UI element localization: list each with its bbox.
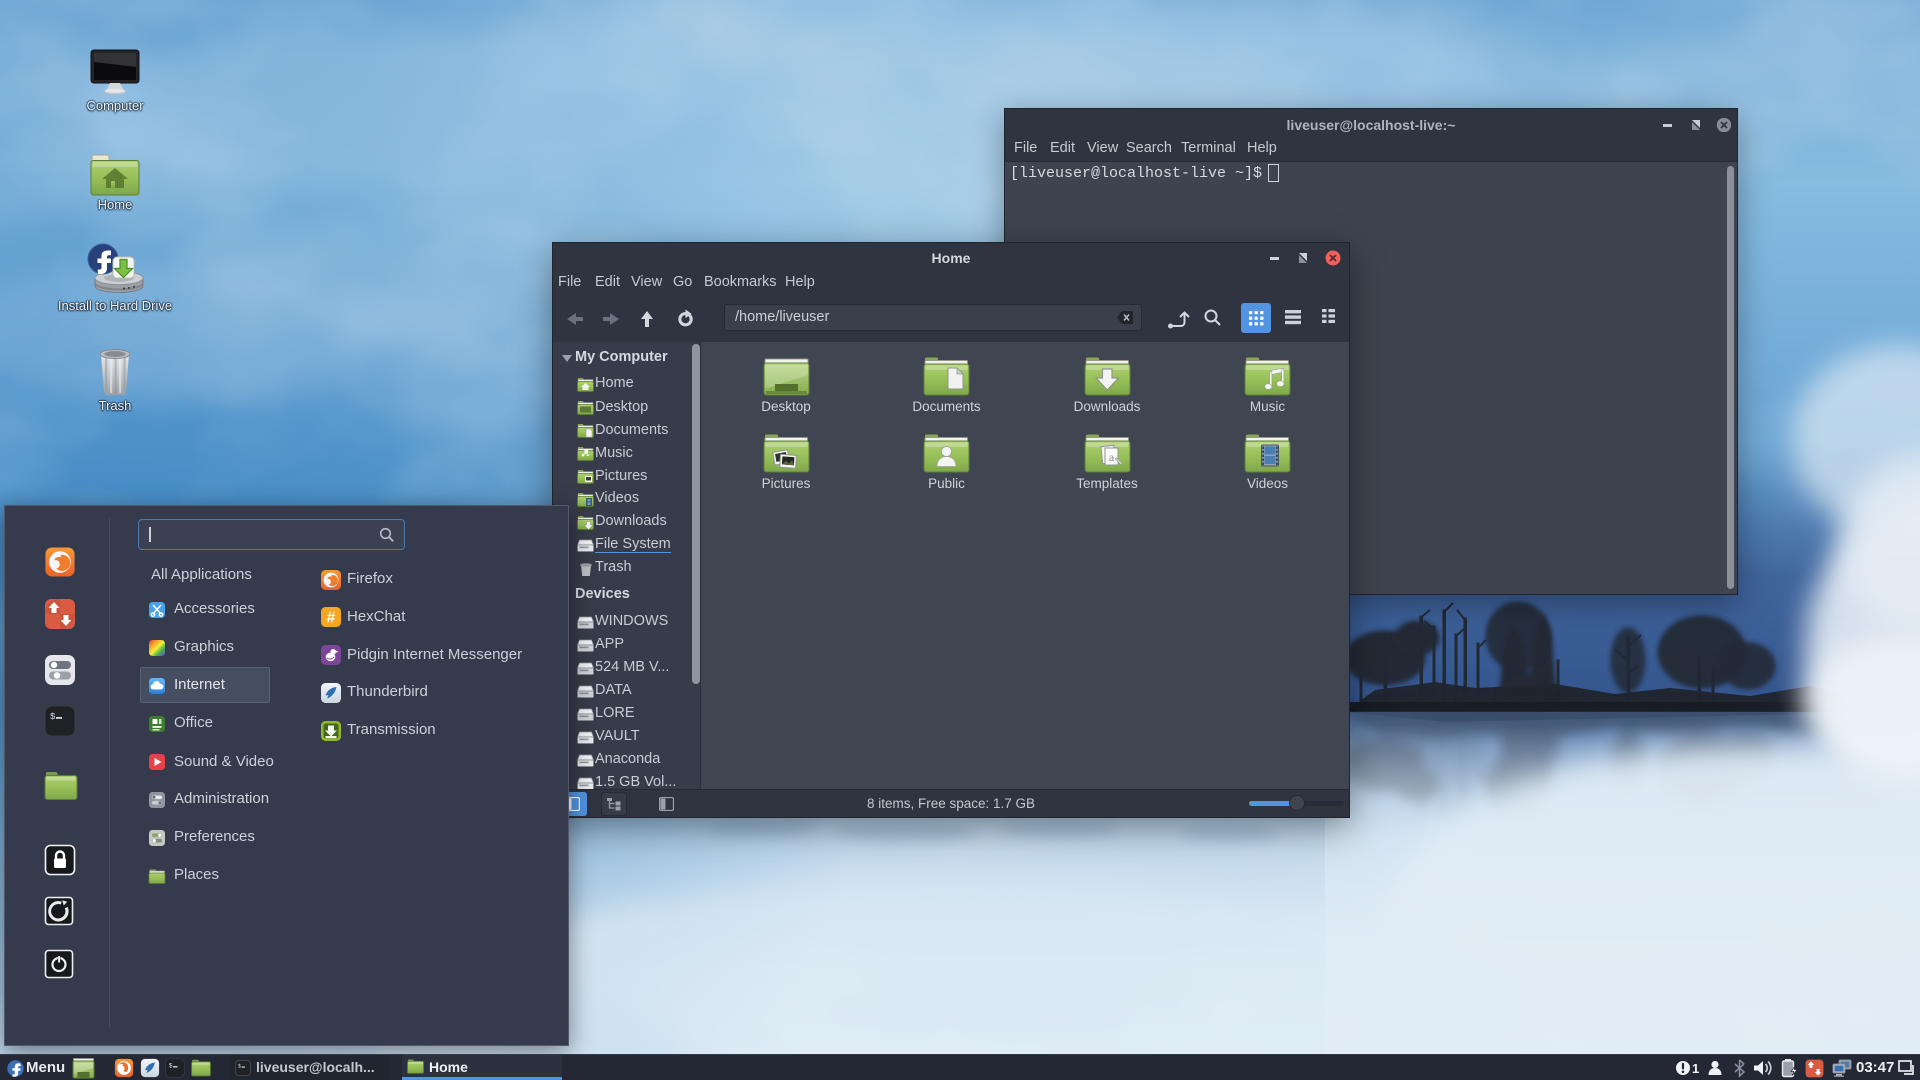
svg-text:$: $ [50,712,56,722]
svg-text:#: # [327,610,336,627]
svg-text:$: $ [169,1062,173,1069]
svg-text:a: a [1108,450,1114,464]
svg-text:1: 1 [1692,1061,1699,1076]
svg-text:$: $ [238,1064,241,1070]
